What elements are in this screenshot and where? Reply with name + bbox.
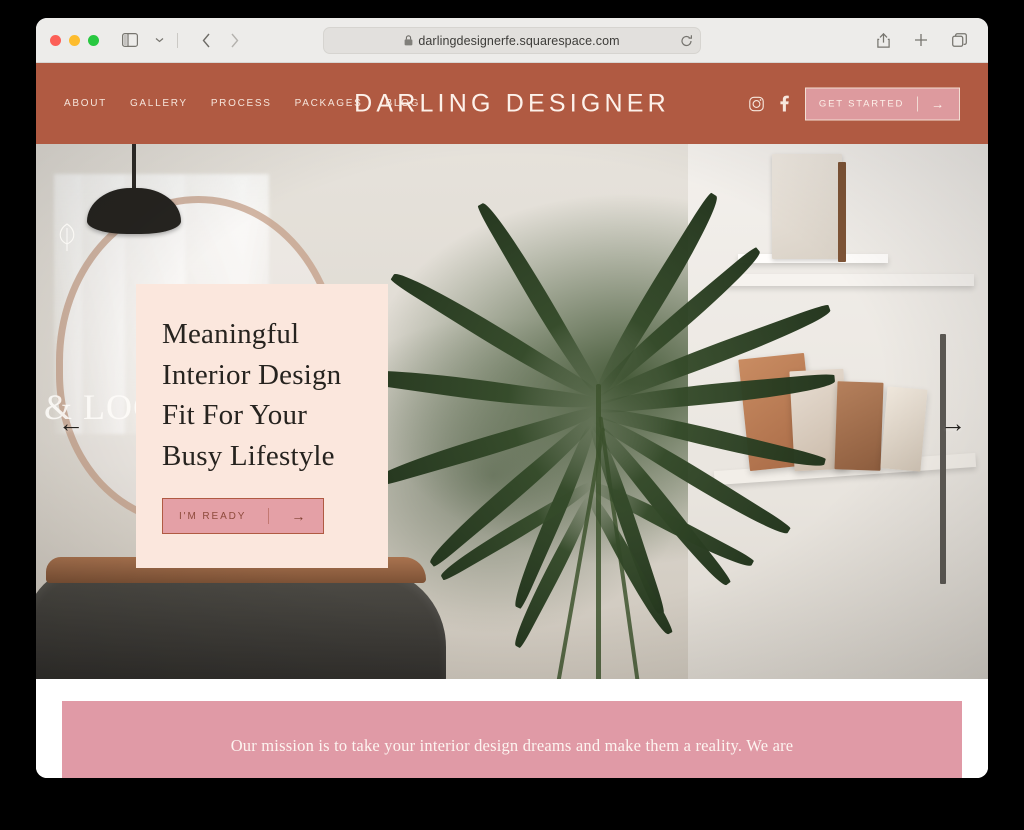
arrow-right-icon: → (931, 96, 946, 111)
desktop-background: darlingdesignerfe.squarespace.com ABOUT … (0, 0, 1024, 830)
im-ready-label: I'M READY (179, 510, 247, 522)
mission-band: Our mission is to take your interior des… (62, 701, 962, 778)
sidebar-toggle-icon[interactable] (117, 28, 143, 52)
minimize-window-button[interactable] (69, 34, 80, 46)
sidebar-controls (117, 28, 172, 52)
lock-icon (404, 35, 413, 46)
nav-item-process[interactable]: PROCESS (211, 98, 272, 109)
hero-headline-line-2: Interior Design (162, 358, 342, 391)
address-bar[interactable]: darlingdesignerfe.squarespace.com (323, 27, 701, 54)
arrow-right-icon: → (291, 508, 308, 525)
hero-text-card: Meaningful Interior Design Fit For Your … (136, 284, 388, 569)
url-text: darlingdesignerfe.squarespace.com (418, 33, 620, 48)
window-traffic-lights (50, 34, 99, 46)
button-divider (917, 96, 919, 111)
toolbar-divider (177, 32, 178, 48)
tab-overview-icon[interactable] (946, 28, 972, 52)
get-started-label: GET STARTED (818, 98, 905, 109)
share-icon[interactable] (870, 28, 896, 52)
maximize-window-button[interactable] (88, 34, 99, 46)
toolbar-right-actions (870, 28, 972, 52)
browser-toolbar: darlingdesignerfe.squarespace.com (36, 18, 988, 63)
slider-previous-arrow[interactable]: ← (58, 410, 84, 436)
instagram-icon[interactable] (749, 96, 764, 111)
header-actions: GET STARTED → (749, 87, 960, 120)
plus-icon[interactable] (908, 28, 934, 52)
back-chevron-icon[interactable] (193, 28, 219, 52)
forward-chevron-icon[interactable] (221, 28, 247, 52)
get-started-button[interactable]: GET STARTED → (804, 87, 960, 120)
nav-item-about[interactable]: ABOUT (64, 98, 107, 109)
safari-browser-window: darlingdesignerfe.squarespace.com ABOUT … (36, 18, 988, 778)
page-viewport: ABOUT GALLERY PROCESS PACKAGES BLOG DARL… (36, 63, 988, 778)
reload-icon[interactable] (680, 34, 693, 47)
hero-headline-line-4: Busy Lifestyle (162, 439, 335, 472)
slider-next-arrow[interactable]: → (940, 410, 966, 436)
navigation-arrows (193, 28, 247, 52)
im-ready-button[interactable]: I'M READY → (162, 498, 325, 535)
nav-item-packages[interactable]: PACKAGES (295, 98, 363, 109)
mission-text: Our mission is to take your interior des… (230, 736, 794, 755)
chevron-down-icon[interactable] (146, 28, 172, 52)
site-logo[interactable]: DARLING DESIGNER (354, 89, 670, 118)
button-divider (268, 508, 270, 525)
hero-slider: & LOCA Meaningful Interior Design Fit Fo… (36, 144, 988, 679)
mission-section: Our mission is to take your interior des… (36, 679, 988, 778)
address-bar-container: darlingdesignerfe.squarespace.com (323, 27, 701, 54)
nav-item-gallery[interactable]: GALLERY (130, 98, 188, 109)
site-header: ABOUT GALLERY PROCESS PACKAGES BLOG DARL… (36, 63, 988, 144)
facebook-icon[interactable] (780, 95, 789, 112)
hero-headline-line-3: Fit For Your (162, 399, 308, 432)
hero-headline: Meaningful Interior Design Fit For Your … (162, 314, 360, 476)
leaf-doodle-icon (54, 222, 80, 257)
hero-headline-line-1: Meaningful (162, 318, 300, 350)
close-window-button[interactable] (50, 34, 61, 46)
